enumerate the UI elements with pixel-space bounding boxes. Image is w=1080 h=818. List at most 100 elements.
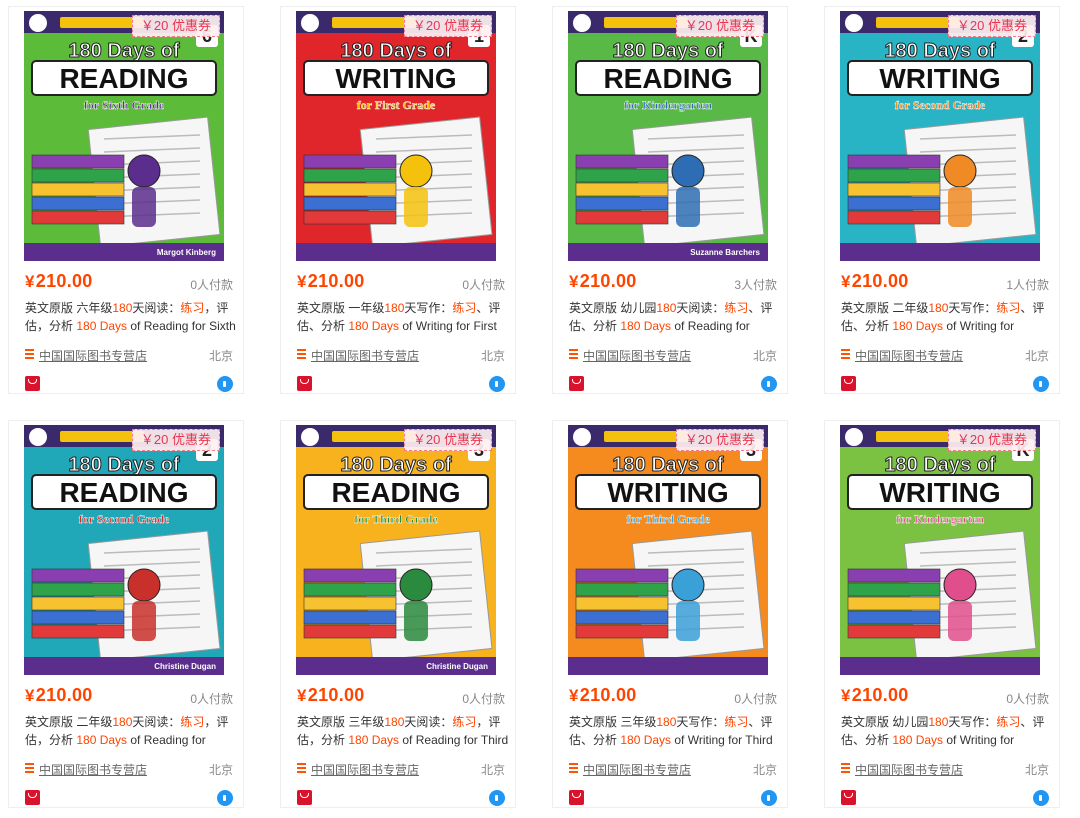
book-spine	[575, 596, 669, 611]
price-value: 210.00	[851, 271, 909, 291]
title-highlight: 练习	[180, 715, 205, 729]
currency-symbol: ¥	[297, 686, 307, 705]
product-price: ¥210.00	[569, 685, 637, 706]
book-spine	[31, 210, 125, 225]
title-highlight: 180	[384, 715, 405, 729]
product-price: ¥210.00	[841, 271, 909, 292]
book-cover-image[interactable]: 2180 Days ofREADINGfor Second GradeChris…	[24, 425, 224, 675]
product-card[interactable]: 6180 Days ofREADINGfor Sixth GradeMargot…	[8, 6, 244, 394]
wangwang-chat-icon[interactable]	[489, 376, 505, 392]
shop-location: 北京	[480, 349, 505, 363]
shop-location: 北京	[752, 349, 777, 363]
wangwang-chat-icon[interactable]	[217, 790, 233, 806]
shop-location: 北京	[1024, 349, 1049, 363]
cover-days-text: 180 Days of	[884, 454, 996, 476]
product-card[interactable]: 2180 Days ofREADINGfor Second GradeChris…	[8, 420, 244, 808]
book-spine	[31, 596, 125, 611]
product-title-link[interactable]: 英文原版 二年级180天写作：练习、评估、分析 180 Days of Writ…	[841, 299, 1053, 335]
character-head	[671, 568, 705, 602]
shop-link[interactable]: 中国国际图书专营店	[25, 761, 147, 778]
shop-name: 中国国际图书专营店	[583, 349, 692, 363]
product-title-link[interactable]: 英文原版 幼儿园180天阅读：练习、评估、分析 180 Days of Read…	[569, 299, 781, 335]
cover-title-word: WRITING	[879, 63, 1000, 94]
product-title-link[interactable]: 英文原版 幼儿园180天写作：练习、评估、分析 180 Days of Writ…	[841, 713, 1053, 749]
title-text: 天阅读：	[676, 301, 725, 315]
title-text: 天阅读：	[404, 715, 453, 729]
product-title-link[interactable]: 英文原版 六年级180天阅读：练习，评估，分析 180 Days of Read…	[25, 299, 237, 335]
title-highlight: 180 Days	[76, 733, 128, 747]
product-card[interactable]: K180 Days ofREADINGfor KindergartenSuzan…	[552, 6, 788, 394]
wangwang-chat-icon[interactable]	[761, 376, 777, 392]
price-value: 210.00	[307, 685, 365, 705]
coupon-badge[interactable]: ￥20 优惠券	[947, 15, 1036, 37]
title-text: 天阅读：	[132, 715, 181, 729]
cover-days-text: 180 Days of	[612, 40, 724, 62]
book-cover-image[interactable]: 3180 Days ofWRITINGfor Third Grade ￥20 优…	[568, 425, 768, 675]
shop-link[interactable]: 中国国际图书专营店	[841, 761, 963, 778]
book-cover-image[interactable]: 1180 Days ofWRITINGfor First Grade ￥20 优…	[296, 11, 496, 261]
character-body	[132, 601, 156, 641]
coupon-badge[interactable]: ￥20 优惠券	[675, 15, 764, 37]
product-price: ¥210.00	[297, 271, 365, 292]
coupon-badge[interactable]: ￥20 优惠券	[947, 429, 1036, 451]
wangwang-chat-icon[interactable]	[1033, 376, 1049, 392]
shop-link[interactable]: 中国国际图书专营店	[841, 347, 963, 364]
shop-link[interactable]: 中国国际图书专营店	[297, 347, 419, 364]
cover-art: 2180 Days ofREADINGfor Second GradeChris…	[24, 425, 224, 675]
book-cover-image[interactable]: 3180 Days ofREADINGfor Third GradeChrist…	[296, 425, 496, 675]
book-spine	[303, 568, 397, 583]
sales-count: 0人付款	[190, 692, 233, 706]
shop-link[interactable]: 中国国际图书专营店	[569, 347, 691, 364]
cover-art: K180 Days ofWRITINGfor Kindergarten	[840, 425, 1040, 675]
book-cover-image[interactable]: K180 Days ofREADINGfor KindergartenSuzan…	[568, 11, 768, 261]
product-title-link[interactable]: 英文原版 三年级180天写作：练习、评估、分析 180 Days of Writ…	[569, 713, 781, 749]
book-cover-image[interactable]: K180 Days ofWRITINGfor Kindergarten ￥20 …	[840, 425, 1040, 675]
coupon-badge[interactable]: ￥20 优惠券	[403, 15, 492, 37]
product-card[interactable]: 3180 Days ofWRITINGfor Third Grade ￥20 优…	[552, 420, 788, 808]
product-price: ¥210.00	[297, 685, 365, 706]
coupon-badge[interactable]: ￥20 优惠券	[131, 429, 220, 451]
title-highlight: 180 Days	[348, 319, 400, 333]
product-card[interactable]: 3180 Days ofREADINGfor Third GradeChrist…	[280, 420, 516, 808]
product-title-link[interactable]: 英文原版 三年级180天阅读：练习，评估，分析 180 Days of Read…	[297, 713, 509, 749]
product-card[interactable]: 1180 Days ofWRITINGfor First Grade ￥20 优…	[280, 6, 516, 394]
shop-name: 中国国际图书专营店	[39, 349, 148, 363]
shop-link[interactable]: 中国国际图书专营店	[569, 761, 691, 778]
product-title-link[interactable]: 英文原版 一年级180天写作：练习、评估、分析 180 Days of Writ…	[297, 299, 509, 335]
product-title-link[interactable]: 英文原版 二年级180天阅读：练习，评估，分析 180 Days of Read…	[25, 713, 237, 749]
shop-icon	[841, 763, 850, 773]
price-value: 210.00	[579, 685, 637, 705]
book-cover-image[interactable]: 6180 Days ofREADINGfor Sixth GradeMargot…	[24, 11, 224, 261]
character-body	[404, 601, 428, 641]
book-spine	[575, 582, 669, 597]
coupon-badge[interactable]: ￥20 优惠券	[403, 429, 492, 451]
wangwang-chat-icon[interactable]	[489, 790, 505, 806]
shop-link[interactable]: 中国国际图书专营店	[25, 347, 147, 364]
book-spine	[575, 196, 669, 211]
book-spine	[847, 210, 941, 225]
cover-art: 6180 Days ofREADINGfor Sixth GradeMargot…	[24, 11, 224, 261]
sales-count: 0人付款	[190, 278, 233, 292]
book-cover-image[interactable]: 2180 Days ofWRITINGfor Second Grade ￥20 …	[840, 11, 1040, 261]
product-card[interactable]: 2180 Days ofWRITINGfor Second Grade ￥20 …	[824, 6, 1060, 394]
wangwang-chat-icon[interactable]	[1033, 790, 1049, 806]
cover-author: Christine Dugan	[154, 662, 216, 671]
wangwang-chat-icon[interactable]	[761, 790, 777, 806]
tmall-icon	[25, 790, 40, 805]
book-spine	[31, 624, 125, 639]
publisher-logo	[301, 428, 319, 446]
title-text: 英文原版 一年级	[297, 301, 385, 315]
coupon-badge[interactable]: ￥20 优惠券	[675, 429, 764, 451]
shop-location: 北京	[208, 763, 233, 777]
cover-bottom-bar	[296, 243, 496, 261]
cover-title-word: WRITING	[335, 63, 456, 94]
coupon-badge[interactable]: ￥20 优惠券	[131, 15, 220, 37]
shop-link[interactable]: 中国国际图书专营店	[297, 761, 419, 778]
book-spine	[575, 168, 669, 183]
book-spine	[847, 582, 941, 597]
book-spine	[303, 610, 397, 625]
title-highlight: 180 Days	[892, 319, 944, 333]
product-card[interactable]: K180 Days ofWRITINGfor Kindergarten ￥20 …	[824, 420, 1060, 808]
wangwang-chat-icon[interactable]	[217, 376, 233, 392]
cover-subtitle: for Second Grade	[79, 512, 170, 526]
